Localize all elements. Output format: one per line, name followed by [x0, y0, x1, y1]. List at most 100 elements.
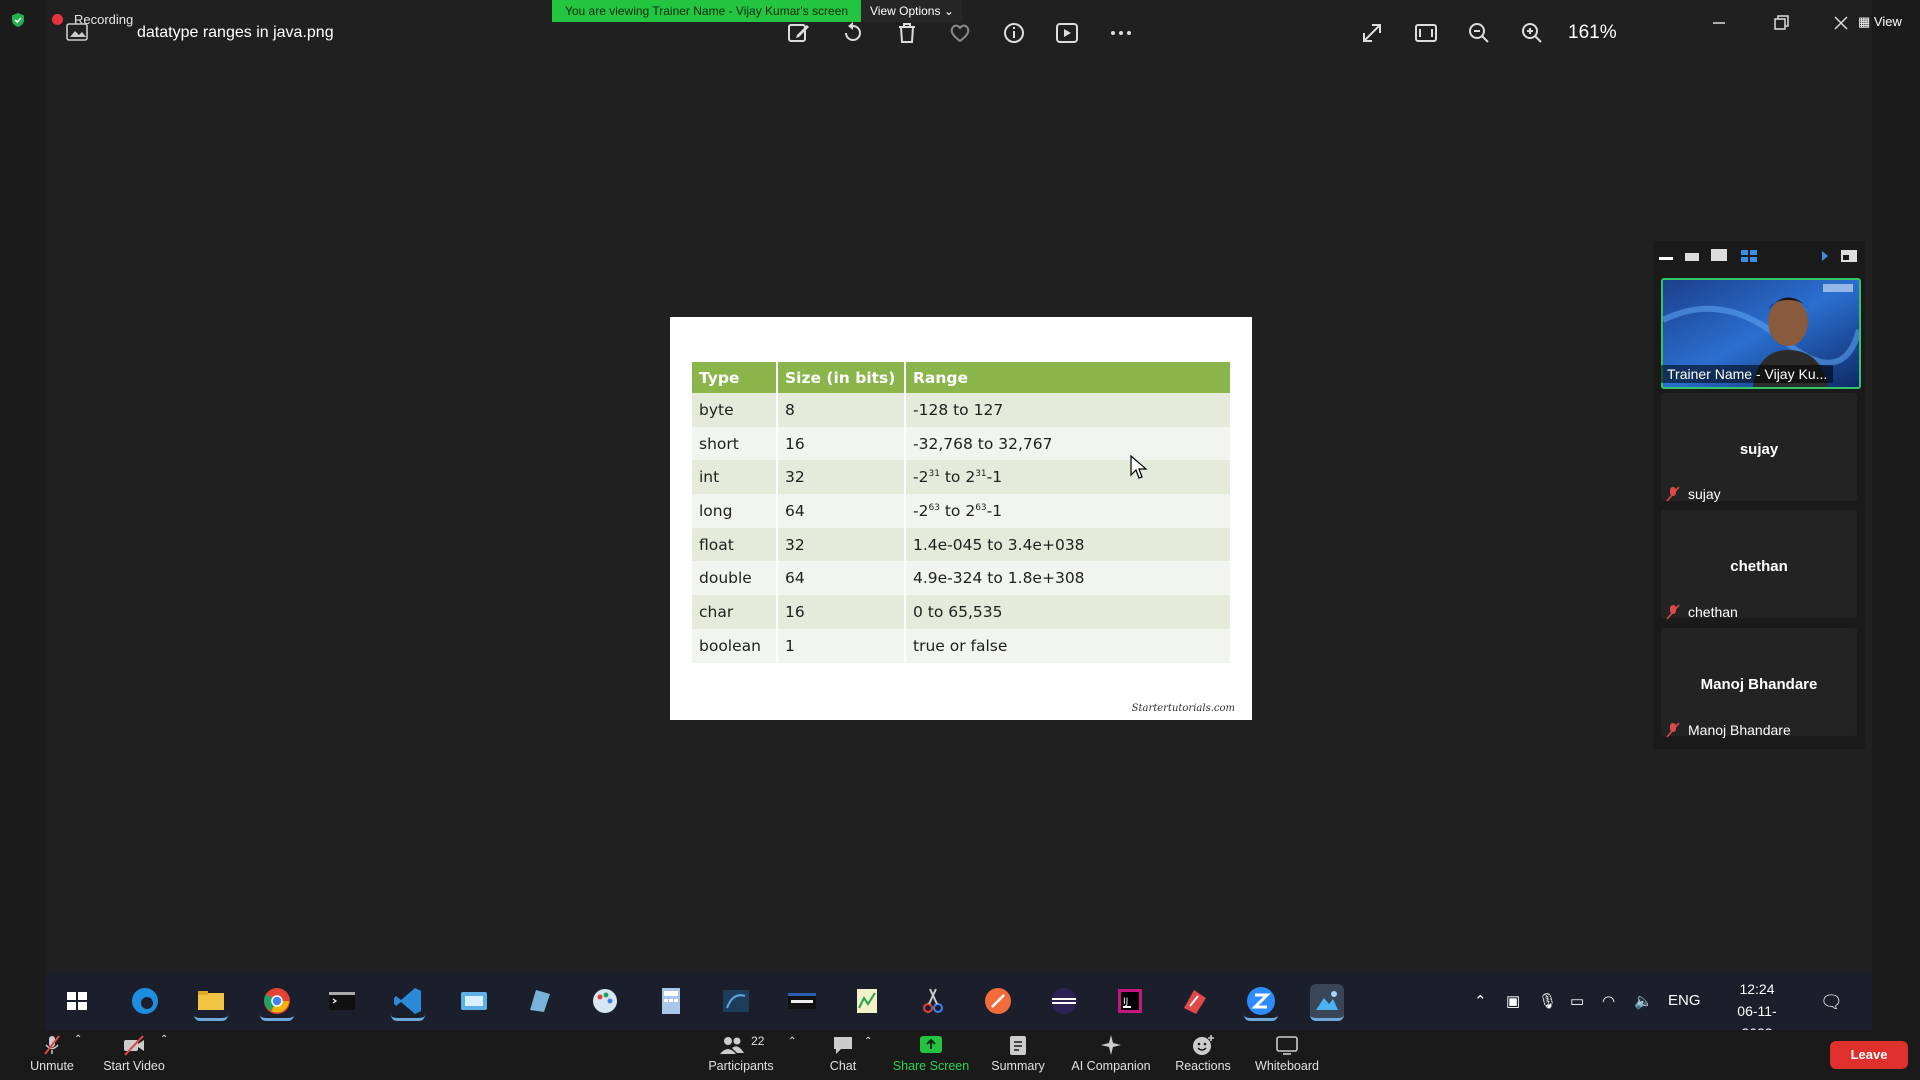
- close-icon[interactable]: [1830, 12, 1852, 34]
- microphone-icon[interactable]: 🎙: [1538, 992, 1557, 1010]
- cell-size: 16: [777, 595, 906, 629]
- speaker-view-icon[interactable]: [1711, 249, 1727, 261]
- volume-icon[interactable]: 🔈: [1634, 992, 1653, 1010]
- terminal-icon[interactable]: [325, 984, 359, 1018]
- chat-label: Chat: [829, 1059, 857, 1073]
- info-icon[interactable]: [1001, 20, 1027, 46]
- audio-options-chevron-icon[interactable]: ⌃: [74, 1034, 82, 1045]
- photos-app-icon[interactable]: [1310, 984, 1344, 1021]
- edge-browser-icon[interactable]: [128, 984, 162, 1018]
- header-type: Type: [692, 362, 778, 393]
- notepad-plus-icon[interactable]: [850, 984, 884, 1018]
- wifi-icon[interactable]: ◠: [1602, 992, 1615, 1010]
- range-exponent: 63: [975, 502, 987, 513]
- slideshow-icon[interactable]: [1054, 20, 1080, 46]
- table-row: int 32 -231 to 231-1: [692, 460, 1232, 495]
- range-end: -1: [986, 468, 1003, 487]
- chat-chevron-icon[interactable]: ⌃: [864, 1036, 872, 1047]
- zoom-app-icon[interactable]: [1244, 984, 1278, 1021]
- vscode-icon[interactable]: [391, 984, 425, 1021]
- video-options-chevron-icon[interactable]: ⌃: [160, 1034, 168, 1045]
- participant-tile-chethan[interactable]: chethan: [1661, 510, 1857, 618]
- sparkle-icon: [1101, 1035, 1121, 1055]
- cell-type: boolean: [692, 628, 778, 663]
- zoom-out-icon[interactable]: [1466, 20, 1492, 46]
- language-indicator[interactable]: ENG: [1668, 992, 1701, 1009]
- range-end: -1: [986, 501, 1003, 520]
- minimize-gallery-icon[interactable]: [1659, 249, 1673, 260]
- minimize-icon[interactable]: [1708, 12, 1730, 34]
- table-row: short 16 -32,768 to 32,767: [692, 426, 1232, 461]
- table-row: char 16 0 to 65,535: [692, 595, 1232, 629]
- participant-label: Manoj Bhandare: [1688, 722, 1791, 738]
- show-hidden-icons-icon[interactable]: ⌃: [1474, 992, 1487, 1010]
- arrow-right-icon[interactable]: [1820, 249, 1830, 261]
- single-tile-icon[interactable]: [1685, 253, 1699, 261]
- calculator-icon[interactable]: [654, 984, 688, 1018]
- favorite-heart-icon[interactable]: [947, 20, 973, 46]
- ai-companion-label: AI Companion: [1071, 1059, 1151, 1073]
- unmute-button[interactable]: Unmute: [22, 1034, 82, 1073]
- summary-label: Summary: [991, 1059, 1045, 1073]
- table-row: double 64 4.9e-324 to 1.8e+308: [692, 561, 1232, 596]
- chat-button[interactable]: Chat: [818, 1034, 868, 1073]
- grid-view-icon: ▦: [1858, 14, 1871, 29]
- intellij-icon[interactable]: IJ: [1113, 984, 1147, 1018]
- cell-type: byte: [692, 393, 778, 427]
- windows-start-icon[interactable]: [60, 984, 94, 1018]
- rotate-icon[interactable]: [840, 20, 866, 46]
- chrome-browser-icon[interactable]: [260, 984, 294, 1021]
- right-margin: [1872, 0, 1920, 1030]
- restore-icon[interactable]: [1770, 12, 1792, 34]
- view-label: View: [1873, 14, 1902, 29]
- whiteboard-button[interactable]: Whiteboard: [1250, 1034, 1324, 1073]
- ai-companion-button[interactable]: AI Companion: [1065, 1034, 1157, 1073]
- share-screen-button[interactable]: Share Screen: [888, 1034, 974, 1073]
- range-exponent: 63: [928, 502, 940, 513]
- participants-label: Participants: [708, 1059, 774, 1073]
- snipping-tool-icon[interactable]: [916, 984, 950, 1018]
- reactions-button[interactable]: Reactions: [1168, 1034, 1238, 1073]
- participants-chevron-icon[interactable]: ⌃: [788, 1036, 796, 1047]
- notifications-icon[interactable]: 🗨: [1820, 992, 1843, 1013]
- cell-size: 64: [777, 561, 906, 596]
- cell-type: double: [692, 561, 778, 596]
- cell-size: 1: [777, 628, 906, 663]
- viewing-banner: You are viewing Trainer Name - Vijay Kum…: [552, 0, 861, 22]
- zoom-in-icon[interactable]: [1519, 20, 1545, 46]
- pop-out-icon[interactable]: [1841, 249, 1857, 262]
- pdf-reader-icon[interactable]: [1178, 984, 1212, 1018]
- participant-tile-manoj[interactable]: Manoj Bhandare: [1661, 628, 1857, 736]
- mic-muted-icon: [1666, 604, 1680, 620]
- summary-button[interactable]: Summary: [986, 1034, 1050, 1073]
- paint-icon[interactable]: [588, 984, 622, 1018]
- cell-range: 0 to 65,535: [905, 595, 1232, 629]
- eclipse-icon[interactable]: [1047, 984, 1081, 1018]
- cell-type: int: [692, 460, 778, 495]
- expand-icon[interactable]: [1359, 20, 1385, 46]
- app-icon-blue-pages[interactable]: [522, 984, 556, 1018]
- fit-to-window-icon[interactable]: [1413, 20, 1439, 46]
- edit-image-icon[interactable]: [786, 20, 812, 46]
- view-options-button[interactable]: View Options ⌄: [862, 0, 962, 22]
- media-app-icon[interactable]: [785, 984, 819, 1018]
- clock-time: 12:24: [1739, 981, 1775, 997]
- participant-name: sujay: [1739, 441, 1779, 458]
- cell-size: 64: [777, 494, 906, 528]
- participant-tile-sujay[interactable]: sujay: [1661, 393, 1857, 501]
- participant-label: sujay: [1688, 486, 1721, 502]
- delete-icon[interactable]: [894, 20, 920, 46]
- gallery-grid-icon[interactable]: [1741, 249, 1757, 262]
- screen-capture-icon[interactable]: [457, 984, 491, 1018]
- mysql-workbench-icon[interactable]: [719, 984, 753, 1018]
- battery-icon[interactable]: ▭: [1570, 992, 1584, 1010]
- participants-button[interactable]: 22 Participants: [700, 1034, 782, 1073]
- recording-dot-icon: [52, 14, 63, 25]
- more-options-icon[interactable]: [1108, 20, 1134, 46]
- leave-button[interactable]: Leave: [1830, 1041, 1908, 1069]
- view-button[interactable]: ▦ View: [1858, 14, 1902, 30]
- range-middle: to 2: [939, 468, 976, 487]
- meet-now-icon[interactable]: ▣: [1506, 992, 1520, 1010]
- file-explorer-icon[interactable]: [194, 984, 228, 1021]
- postman-icon[interactable]: [981, 984, 1015, 1018]
